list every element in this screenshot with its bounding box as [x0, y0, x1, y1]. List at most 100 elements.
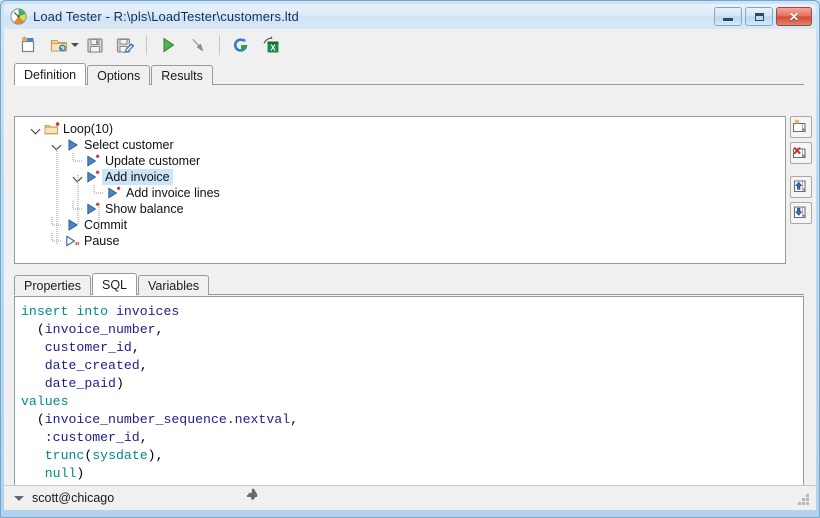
pin-button[interactable] — [244, 488, 260, 509]
run-button[interactable] — [153, 31, 183, 59]
folder-star-icon — [43, 121, 60, 137]
tab-definition[interactable]: Definition — [14, 63, 87, 86]
tree-node-label: Update customer — [105, 154, 201, 168]
sql-token-id: date_paid — [44, 376, 116, 391]
tab-definition-label: Definition — [24, 67, 77, 82]
toolbar-separator-2 — [219, 35, 220, 55]
delete-node-button[interactable] — [790, 142, 812, 164]
refresh-button[interactable] — [226, 31, 256, 59]
export-excel-button[interactable]: X — [256, 31, 286, 59]
statement-icon — [64, 217, 81, 233]
save-button[interactable] — [80, 31, 110, 59]
tree-node[interactable]: Add invoice — [15, 169, 785, 185]
tab-variables[interactable]: Variables — [138, 275, 210, 295]
resize-grip[interactable] — [798, 494, 810, 506]
tab-properties[interactable]: Properties — [14, 275, 91, 295]
tab-results[interactable]: Results — [151, 65, 213, 85]
sql-token-pl — [21, 358, 45, 373]
sql-token-id: invoices — [115, 304, 180, 319]
sql-token-pl: ( — [21, 412, 45, 427]
tree-line-spacer — [50, 217, 64, 233]
title-bar[interactable]: Load Tester - R:\pls\LoadTester\customer… — [4, 4, 816, 29]
tree-node[interactable]: Select customer — [15, 137, 785, 153]
tab-sql-label: SQL — [101, 277, 127, 292]
sql-editor-content[interactable]: insert into invoices (invoice_number, cu… — [15, 297, 803, 501]
chevron-down-icon — [32, 125, 41, 134]
tab-results-label: Results — [161, 68, 203, 83]
chevron-down-icon — [74, 173, 83, 182]
sql-token-pl: , — [139, 358, 148, 373]
tree-node-label: Select customer — [84, 138, 174, 152]
action-tree-panel[interactable]: Loop(10) Select customer Update customer Ad… — [14, 116, 786, 264]
chevron-down-icon — [71, 43, 79, 47]
sql-token-pl: , — [131, 340, 140, 355]
tree-node-label: Add invoice lines — [126, 186, 220, 200]
tree-line-spacer — [50, 233, 64, 249]
sql-token-kw: trunc — [44, 448, 85, 463]
tab-options[interactable]: Options — [87, 65, 151, 85]
expander-collapse-icon[interactable] — [29, 121, 43, 137]
close-button[interactable]: ✕ — [776, 7, 812, 26]
expander-collapse-icon[interactable] — [71, 169, 85, 185]
move-down-button[interactable] — [790, 202, 812, 224]
tree-line-spacer — [71, 201, 85, 217]
sql-line: insert into invoices — [21, 303, 803, 321]
expander-collapse-icon[interactable] — [50, 137, 64, 153]
sql-token-id: :customer_id — [44, 430, 140, 445]
sql-token-kw: insert into — [21, 304, 116, 319]
sql-token-id: customer_id — [44, 340, 132, 355]
sql-token-kw: values — [21, 394, 69, 409]
save-as-button[interactable] — [110, 31, 140, 59]
sql-editor-panel[interactable]: insert into invoices (invoice_number, cu… — [14, 296, 804, 508]
sql-token-pl — [21, 448, 45, 463]
move-up-button[interactable] — [790, 176, 812, 198]
open-recent-dropdown[interactable] — [70, 33, 80, 57]
tab-sql[interactable]: SQL — [91, 273, 137, 296]
tree-node[interactable]: Commit — [15, 217, 785, 233]
sql-line: values — [21, 393, 803, 411]
tree-node[interactable]: Add invoice lines — [15, 185, 785, 201]
stop-button[interactable] — [183, 31, 213, 59]
tab-properties-label: Properties — [24, 278, 81, 293]
tree-node[interactable]: Update customer — [15, 153, 785, 169]
tree-side-buttons — [790, 116, 814, 224]
sql-line: date_paid) — [21, 375, 803, 393]
sql-token-pl: ), — [147, 448, 164, 463]
connection-dropdown-button[interactable] — [10, 490, 28, 506]
sql-token-pl: , — [155, 322, 164, 337]
tree-node[interactable]: Loop(10) — [15, 121, 785, 137]
sql-token-pl: , — [290, 412, 298, 427]
status-bar: scott@chicago — [4, 485, 816, 510]
tree-node[interactable]: Pause — [15, 233, 785, 249]
sql-token-id: date_created — [44, 358, 140, 373]
add-node-button[interactable] — [790, 116, 812, 138]
tree-node[interactable]: Show balance — [15, 201, 785, 217]
connection-label: scott@chicago — [32, 491, 115, 505]
sql-line: customer_id, — [21, 339, 803, 357]
sql-line: :customer_id, — [21, 429, 803, 447]
sql-token-kw: null — [44, 466, 77, 481]
minimize-icon — [723, 17, 733, 21]
tree-node-label: Add invoice — [102, 169, 173, 185]
gauge-icon — [10, 8, 27, 25]
new-file-button[interactable] — [14, 31, 44, 59]
detail-tabs: Properties SQL Variables — [14, 273, 804, 296]
sql-token-pl: , — [139, 430, 148, 445]
maximize-button[interactable] — [745, 7, 773, 26]
tree-node-label: Pause — [84, 234, 120, 248]
sql-line: (invoice_number, — [21, 321, 803, 339]
tree-line-spacer — [71, 153, 85, 169]
minimize-button[interactable] — [714, 7, 742, 26]
statement-star-icon — [85, 169, 102, 185]
window-controls: ✕ — [714, 7, 812, 26]
tree-node-label: Commit — [84, 218, 128, 232]
sql-token-pl — [21, 430, 45, 445]
maximize-icon — [754, 12, 764, 21]
chevron-down-icon — [53, 141, 62, 150]
main-tabs: Definition Options Results — [14, 63, 804, 86]
